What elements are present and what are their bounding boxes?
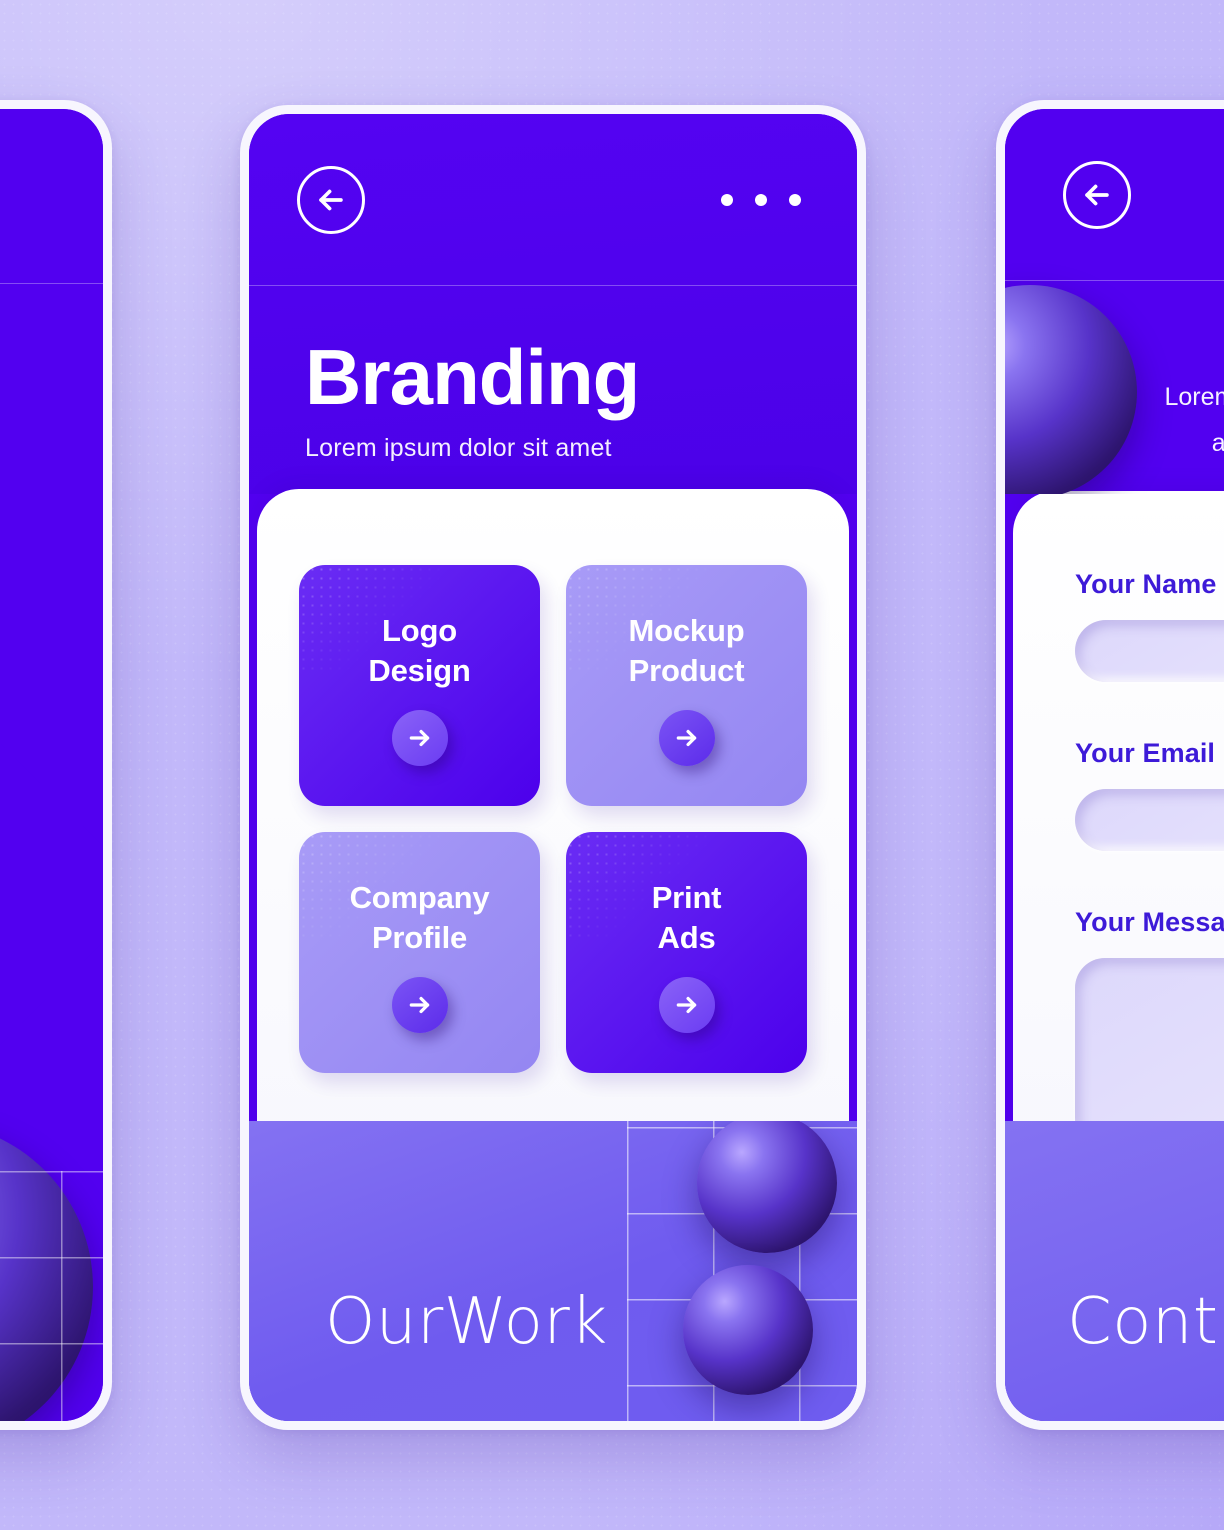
contact-header-toolbar [1005,109,1224,281]
x-shape-decor-inner [0,738,103,1050]
your-email-input[interactable] [1075,789,1224,851]
arrow-right-icon [409,729,429,747]
tile-mockup-product[interactable]: Mockup Product [566,565,807,806]
contact-form-panel: Your Name Your Email Your Message [1013,491,1224,1231]
grid-lines-decor [0,1171,103,1421]
tile-arrow-button[interactable] [391,710,448,766]
footer-word: OurWork [325,1285,608,1359]
more-dots-icon [721,193,733,206]
sphere-decor [683,1265,813,1395]
more-dots-icon [789,193,801,206]
contact-header: Lorem ipsum adipiscin [1005,109,1224,494]
footer-word: Cont [1067,1285,1219,1359]
header-toolbar [249,114,857,286]
arrow-right-icon [676,729,696,747]
tile-label: Mockup Product [628,613,745,688]
tile-logo-design[interactable]: Logo Design [299,565,540,806]
phone-mockup-left [0,100,112,1430]
tile-arrow-button[interactable] [658,710,715,766]
back-button[interactable] [1063,160,1131,229]
screen-branding: Branding Lorem ipsum dolor sit amet Logo… [249,114,857,1421]
tile-label: Company Profile [349,880,490,955]
branding-footer: OurWork [249,1121,857,1421]
back-button[interactable] [297,165,365,234]
contact-lead-line-1: Lorem ipsum [1164,383,1224,411]
service-tile-grid: Logo Design Mockup Product Company Profi… [299,565,807,1073]
phone-mockup-right: Lorem ipsum adipiscin Your Name Your Ema… [996,100,1224,1430]
contact-footer: Cont [1005,1121,1224,1421]
left-header-bar [0,109,103,284]
contact-lead-line-2: adipiscin [1211,429,1224,458]
page-title: Branding [305,333,640,421]
page-subtitle: Lorem ipsum dolor sit amet [305,434,612,462]
arrow-left-icon [319,189,343,210]
screen-contact: Lorem ipsum adipiscin Your Name Your Ema… [1005,109,1224,1421]
tile-arrow-button[interactable] [658,977,715,1033]
contact-lead-text: Lorem ipsum adipiscin [1165,374,1224,467]
branding-header: Branding Lorem ipsum dolor sit amet [249,114,857,494]
arrow-right-icon [676,996,696,1014]
tile-label: Logo Design [368,613,471,688]
tile-print-ads[interactable]: Print Ads [566,832,807,1073]
field-label-your-email: Your Email [1075,738,1216,768]
tile-arrow-button[interactable] [391,977,448,1033]
more-dots-icon [755,193,767,206]
left-body [0,284,103,1421]
header-text-block: Branding Lorem ipsum dolor sit amet [249,286,857,463]
your-name-input[interactable] [1075,620,1224,682]
phone-mockup-center: Branding Lorem ipsum dolor sit amet Logo… [240,105,866,1430]
tile-company-profile[interactable]: Company Profile [299,832,540,1073]
arrow-left-icon [1085,184,1109,205]
arrow-right-icon [409,996,429,1014]
field-label-your-message: Your Message [1075,907,1224,937]
field-label-your-name: Your Name [1075,569,1217,599]
tile-label: Print Ads [651,880,722,955]
your-message-textarea[interactable] [1075,958,1224,1148]
overflow-menu-button[interactable] [721,193,809,206]
sphere-decor [1005,285,1137,494]
screen-left [0,109,103,1421]
